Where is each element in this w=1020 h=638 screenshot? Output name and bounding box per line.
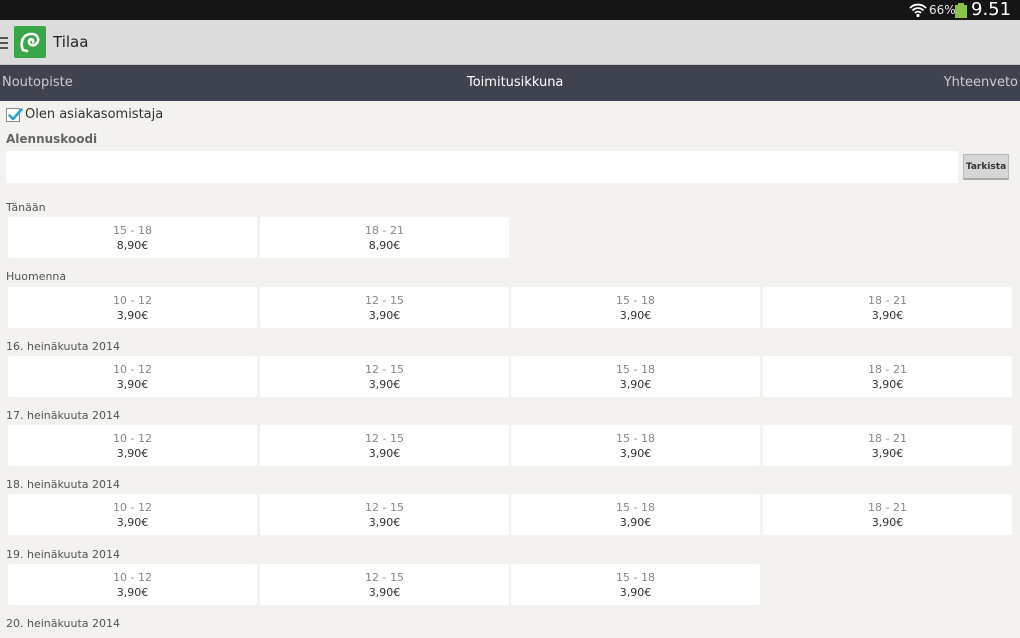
app-logo-icon[interactable] [14,26,46,58]
discount-code-input[interactable] [6,151,958,183]
slot-price: 3,90€ [368,447,401,460]
time-slot[interactable]: 15 - 18 3,90€ [511,287,760,328]
slot-price: 3,90€ [368,586,401,599]
time-slot[interactable]: 15 - 18 8,90€ [8,217,257,258]
slot-time: 10 - 12 [113,571,152,584]
slot-price: 3,90€ [871,309,904,322]
page-title: Tilaa [53,33,89,51]
time-slot[interactable]: 15 - 18 3,90€ [511,356,760,397]
check-discount-button[interactable]: Tarkista [963,154,1009,180]
slot-time: 12 - 15 [365,501,404,514]
status-clock: 9.51 [971,0,1012,20]
slot-price: 3,90€ [871,378,904,391]
slot-price: 3,90€ [619,309,652,322]
time-slot[interactable]: 12 - 15 3,90€ [260,356,509,397]
time-slot[interactable]: 18 - 21 8,90€ [260,217,509,258]
time-slot[interactable]: 12 - 15 3,90€ [260,494,509,535]
slot-time: 15 - 18 [616,363,655,376]
time-slot[interactable]: 10 - 12 3,90€ [8,494,257,535]
slot-time: 15 - 18 [616,432,655,445]
slot-price: 3,90€ [619,378,652,391]
time-slot[interactable]: 15 - 18 3,90€ [511,425,760,466]
time-slot[interactable]: 10 - 12 3,90€ [8,564,257,605]
time-slot[interactable]: 12 - 15 3,90€ [260,425,509,466]
time-slot[interactable]: 10 - 12 3,90€ [8,287,257,328]
slot-price: 3,90€ [116,516,149,529]
slot-price: 3,90€ [871,447,904,460]
wifi-icon [909,2,927,18]
time-slot[interactable]: 15 - 18 3,90€ [511,494,760,535]
slot-time: 18 - 21 [868,294,907,307]
slot-time: 15 - 18 [616,294,655,307]
slot-price: 3,90€ [116,378,149,391]
status-bar: 66% 9.51 [0,0,1020,20]
owner-checkbox-label: Olen asiakasomistaja [25,107,164,122]
day-label: 19. heinäkuuta 2014 [6,548,121,561]
time-slot[interactable]: 12 - 15 3,90€ [260,287,509,328]
day-label: 16. heinäkuuta 2014 [6,340,121,353]
slot-time: 10 - 12 [113,501,152,514]
slot-price: 8,90€ [116,239,149,252]
battery-icon [955,3,967,18]
time-slot[interactable]: 10 - 12 3,90€ [8,356,257,397]
slot-time: 15 - 18 [616,501,655,514]
slot-price: 3,90€ [116,586,149,599]
day-label: Huomenna [6,270,67,283]
step-tabs: Noutopiste Toimitusikkuna Yhteenveto [0,65,1020,101]
slot-price: 3,90€ [619,516,652,529]
time-slot[interactable]: 18 - 21 3,90€ [763,287,1012,328]
slot-time: 10 - 12 [113,294,152,307]
slot-price: 3,90€ [619,586,652,599]
battery-percentage: 66% [929,3,956,17]
time-slot[interactable]: 10 - 12 3,90€ [8,425,257,466]
day-label: 20. heinäkuuta 2014 [6,617,121,630]
action-bar: Tilaa [0,20,1020,65]
checkmark-icon [8,108,23,121]
tab-toimitusikkuna[interactable]: Toimitusikkuna [467,75,563,91]
slot-time: 10 - 12 [113,432,152,445]
slot-price: 8,90€ [368,239,401,252]
slot-price: 3,90€ [368,309,401,322]
tab-noutopiste[interactable]: Noutopiste [2,75,73,91]
day-label: Tänään [6,201,46,214]
time-slot[interactable]: 18 - 21 3,90€ [763,425,1012,466]
time-slot[interactable]: 18 - 21 3,90€ [763,494,1012,535]
slot-time: 12 - 15 [365,363,404,376]
slot-time: 18 - 21 [868,432,907,445]
time-slot[interactable]: 15 - 18 3,90€ [511,564,760,605]
slot-time: 15 - 18 [616,571,655,584]
time-slot[interactable]: 12 - 15 3,90€ [260,564,509,605]
owner-checkbox[interactable] [6,108,23,122]
slot-time: 18 - 21 [868,501,907,514]
slot-price: 3,90€ [116,309,149,322]
time-slot[interactable]: 18 - 21 3,90€ [763,356,1012,397]
slot-time: 15 - 18 [113,224,152,237]
day-label: 17. heinäkuuta 2014 [6,409,121,422]
menu-icon[interactable] [0,37,8,49]
tab-yhteenveto[interactable]: Yhteenveto [944,75,1018,91]
slot-price: 3,90€ [116,447,149,460]
slot-price: 3,90€ [368,516,401,529]
slot-time: 12 - 15 [365,432,404,445]
slot-price: 3,90€ [871,516,904,529]
slot-price: 3,90€ [619,447,652,460]
slot-price: 3,90€ [368,378,401,391]
discount-code-label: Alennuskoodi [6,132,98,146]
slot-time: 10 - 12 [113,363,152,376]
slot-time: 18 - 21 [365,224,404,237]
slot-time: 18 - 21 [868,363,907,376]
slot-time: 12 - 15 [365,294,404,307]
slot-time: 12 - 15 [365,571,404,584]
day-label: 18. heinäkuuta 2014 [6,478,121,491]
